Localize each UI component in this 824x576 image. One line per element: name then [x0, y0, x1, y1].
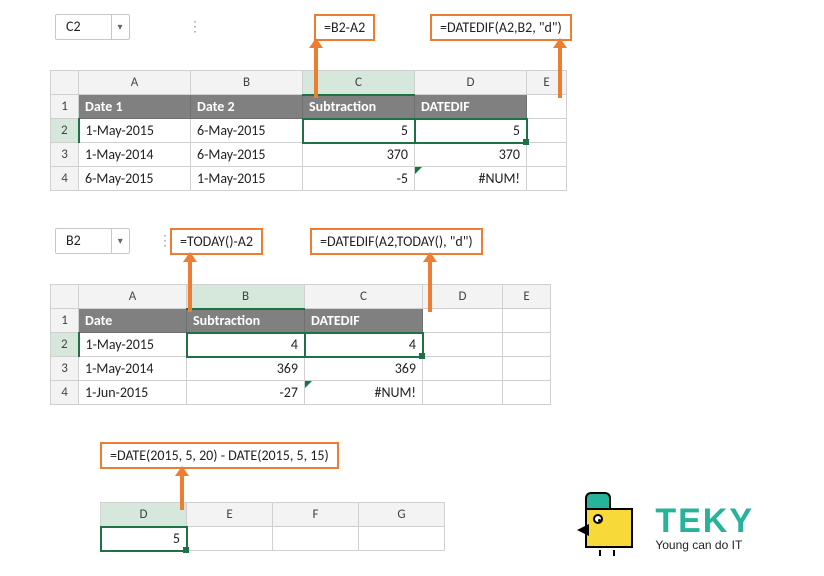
brand-tagline: Young can do IT — [655, 538, 754, 552]
cell[interactable]: 6-May-2015 — [79, 167, 191, 191]
col-header-e[interactable]: E — [187, 503, 273, 527]
cell[interactable]: 4 — [305, 333, 423, 357]
formula-text: =TODAY()-A2 — [180, 233, 253, 250]
select-all-corner[interactable] — [51, 71, 79, 95]
cell[interactable]: 369 — [187, 357, 305, 381]
table-header[interactable]: Date — [79, 309, 187, 333]
cell[interactable]: -5 — [303, 167, 415, 191]
cell-error[interactable]: #NUM! — [415, 167, 527, 191]
cell[interactable]: -27 — [187, 381, 305, 405]
row-header[interactable]: 2 — [51, 333, 79, 357]
example-3: =DATE(2015, 5, 20) - DATE(2015, 5, 15) D… — [60, 442, 784, 552]
cell-error[interactable]: #NUM! — [305, 381, 423, 405]
name-box-value: C2 — [56, 15, 111, 39]
cell[interactable]: 1-May-2015 — [191, 167, 303, 191]
table-header[interactable]: Subtraction — [303, 95, 415, 119]
cell[interactable]: 1-Jun-2015 — [79, 381, 187, 405]
col-header-a[interactable]: A — [79, 285, 187, 309]
chevron-down-icon[interactable]: ▾ — [111, 15, 129, 39]
cell[interactable] — [273, 527, 359, 551]
row-header[interactable]: 1 — [51, 309, 79, 333]
table-header[interactable]: DATEDIF — [305, 309, 423, 333]
spreadsheet-grid-3[interactable]: D E F G 5 — [100, 502, 445, 551]
cell[interactable] — [527, 119, 567, 143]
bird-icon — [577, 490, 645, 552]
row-header[interactable]: 3 — [51, 143, 79, 167]
col-header-d[interactable]: D — [423, 285, 503, 309]
example-1: C2 ▾ ⋮ =B2-A2 =DATEDIF(A2,B2, "d") A B C… — [60, 14, 784, 204]
name-box[interactable]: C2 ▾ — [55, 14, 130, 40]
col-header-f[interactable]: F — [273, 503, 359, 527]
cell[interactable] — [503, 381, 551, 405]
cell[interactable]: 370 — [415, 143, 527, 167]
cell[interactable] — [423, 309, 503, 333]
formula-callout-c: =B2-A2 — [314, 14, 375, 41]
col-header-d[interactable]: D — [415, 71, 527, 95]
active-cell[interactable]: 4 — [187, 333, 305, 357]
name-box-value: B2 — [56, 229, 111, 253]
row-header[interactable]: 2 — [51, 119, 79, 143]
cell[interactable] — [423, 381, 503, 405]
col-header-d[interactable]: D — [101, 503, 187, 527]
cell[interactable]: 6-May-2015 — [191, 119, 303, 143]
cell[interactable]: 1-May-2014 — [79, 143, 191, 167]
formula-callout-b: =TODAY()-A2 — [170, 228, 263, 255]
cell[interactable]: 1-May-2014 — [79, 357, 187, 381]
table-header[interactable]: Subtraction — [187, 309, 305, 333]
formula-callout-d: =DATEDIF(A2,B2, "d") — [430, 14, 572, 41]
cell[interactable]: 370 — [303, 143, 415, 167]
cell[interactable] — [187, 527, 273, 551]
col-header-e[interactable]: E — [503, 285, 551, 309]
row-header[interactable]: 4 — [51, 167, 79, 191]
name-box[interactable]: B2 ▾ — [55, 228, 130, 254]
row-header[interactable]: 1 — [51, 95, 79, 119]
formula-text: =DATE(2015, 5, 20) - DATE(2015, 5, 15) — [110, 447, 329, 464]
brand-name: TEKY — [655, 506, 754, 536]
active-cell[interactable]: 5 — [303, 119, 415, 143]
col-header-c[interactable]: C — [305, 285, 423, 309]
formula-callout-c: =DATEDIF(A2,TODAY(), "d") — [310, 228, 483, 255]
cell[interactable]: 6-May-2015 — [191, 143, 303, 167]
spreadsheet-grid-1[interactable]: A B C D E 1 Date 1 Date 2 Subtraction DA… — [50, 70, 567, 191]
cell[interactable] — [503, 309, 551, 333]
cell[interactable]: 1-May-2015 — [79, 119, 191, 143]
spreadsheet-grid-2[interactable]: A B C D E 1 Date Subtraction DATEDIF 2 1… — [50, 284, 551, 405]
row-header[interactable]: 4 — [51, 381, 79, 405]
cell[interactable] — [527, 95, 567, 119]
cell[interactable] — [359, 527, 445, 551]
cell[interactable] — [527, 143, 567, 167]
cell[interactable] — [503, 333, 551, 357]
cell[interactable] — [423, 357, 503, 381]
formula-text: =B2-A2 — [324, 19, 365, 36]
col-header-c[interactable]: C — [303, 71, 415, 95]
col-header-b[interactable]: B — [191, 71, 303, 95]
formula-text: =DATEDIF(A2,B2, "d") — [440, 19, 562, 36]
cell[interactable]: 5 — [415, 119, 527, 143]
chevron-down-icon[interactable]: ▾ — [111, 229, 129, 253]
cell[interactable]: 1-May-2015 — [79, 333, 187, 357]
col-header-a[interactable]: A — [79, 71, 191, 95]
formula-text: =DATEDIF(A2,TODAY(), "d") — [320, 233, 473, 250]
table-header[interactable]: Date 2 — [191, 95, 303, 119]
cell[interactable] — [527, 167, 567, 191]
select-all-corner[interactable] — [51, 285, 79, 309]
row-header[interactable]: 3 — [51, 357, 79, 381]
brand-logo: TEKY Young can do IT — [577, 490, 754, 552]
table-header[interactable]: Date 1 — [79, 95, 191, 119]
ellipsis-icon: ⋮ — [188, 14, 204, 40]
cell[interactable] — [423, 333, 503, 357]
col-header-b[interactable]: B — [187, 285, 305, 309]
example-2: B2 ▾ ⋮ =TODAY()-A2 =DATEDIF(A2,TODAY(), … — [60, 228, 784, 418]
table-header[interactable]: DATEDIF — [415, 95, 527, 119]
col-header-g[interactable]: G — [359, 503, 445, 527]
formula-callout-date: =DATE(2015, 5, 20) - DATE(2015, 5, 15) — [100, 442, 339, 469]
active-cell[interactable]: 5 — [101, 527, 187, 551]
cell[interactable]: 369 — [305, 357, 423, 381]
cell[interactable] — [503, 357, 551, 381]
